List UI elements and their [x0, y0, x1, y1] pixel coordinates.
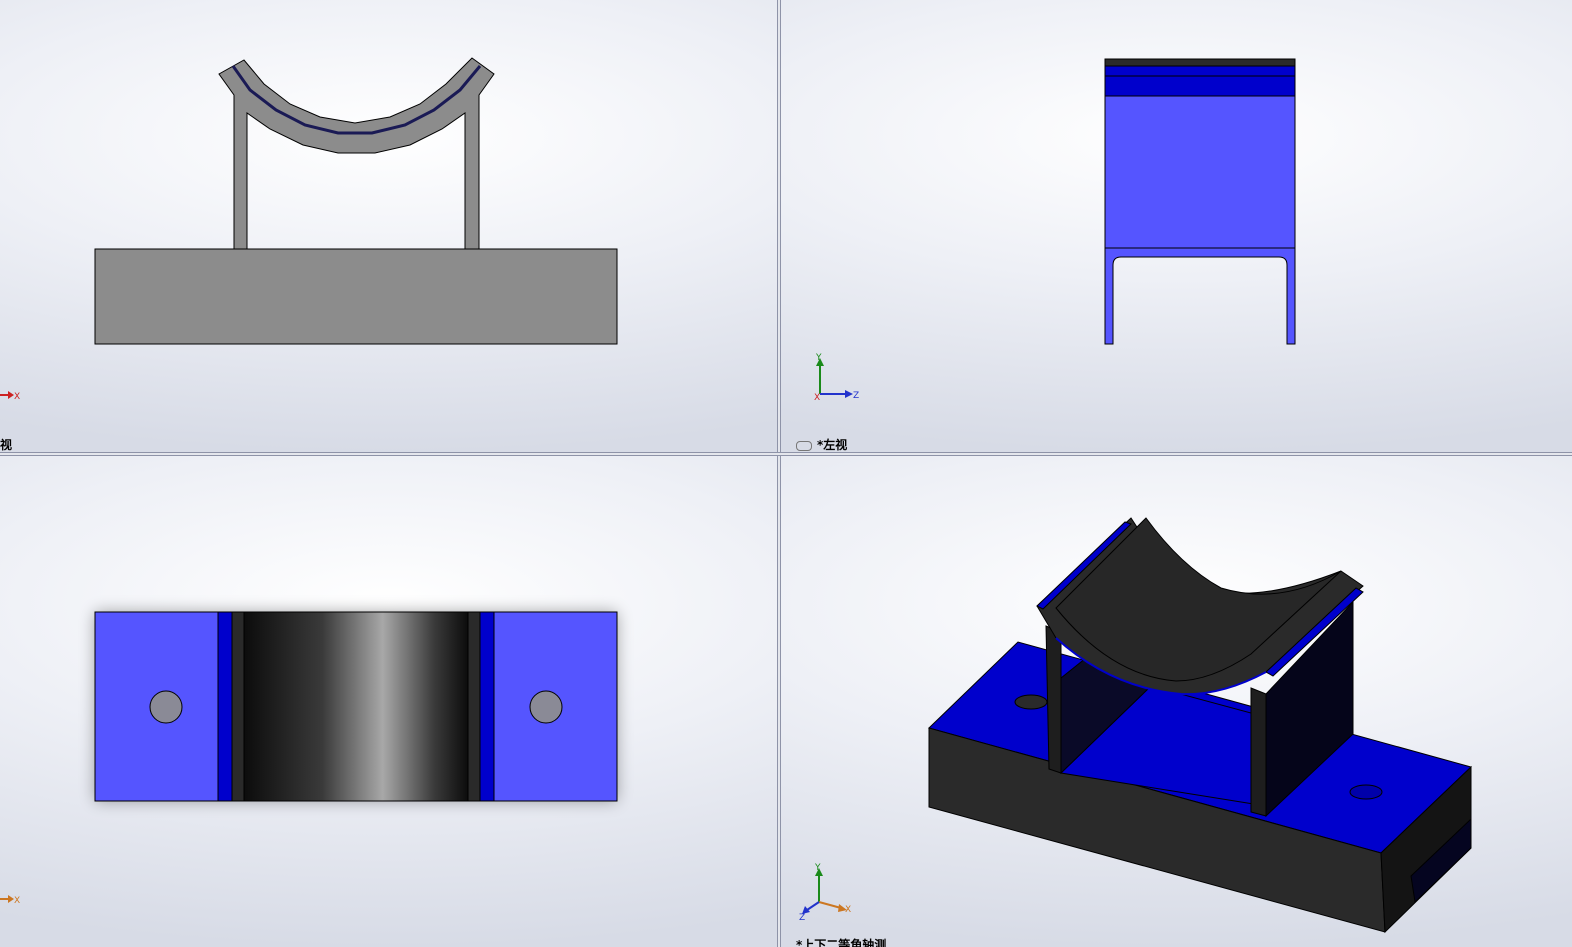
view-label-front: 视 — [0, 438, 13, 452]
axis-y-label: Y — [814, 863, 821, 873]
coordinate-triad: X — [0, 895, 20, 906]
axis-z-label: Z — [853, 391, 859, 401]
viewport-front[interactable]: X 视 — [0, 0, 777, 452]
isometric-view-model — [928, 517, 1472, 934]
coordinate-triad: Y Z X — [814, 353, 859, 403]
viewport-top[interactable]: X — [0, 456, 777, 947]
axis-x-label: X — [14, 896, 20, 906]
viewport-isometric[interactable]: Y X Z *上下二等角轴测 — [781, 456, 1572, 947]
view-label-isometric: *上下二等角轴测 — [796, 938, 887, 947]
left-view-model — [1104, 58, 1296, 345]
coordinate-triad: X — [0, 391, 20, 402]
link-view-icon[interactable] — [796, 440, 812, 451]
axis-x-label: X — [814, 393, 820, 403]
front-view-model — [94, 57, 618, 345]
axis-x-label: X — [845, 905, 851, 915]
view-label-left-text: *左视 — [817, 438, 848, 452]
axis-z-label: Z — [799, 913, 805, 920]
coordinate-triad: Y X Z — [799, 863, 851, 920]
viewport-left[interactable]: Y Z X *左视 — [781, 0, 1572, 452]
axis-y-label: Y — [815, 353, 822, 363]
viewport-splitter-horizontal[interactable] — [0, 452, 1572, 456]
axis-x-label: X — [14, 392, 20, 402]
top-view-model — [94, 611, 618, 802]
viewport-splitter-vertical[interactable] — [777, 0, 781, 947]
view-label-left: *左视 — [796, 436, 847, 452]
